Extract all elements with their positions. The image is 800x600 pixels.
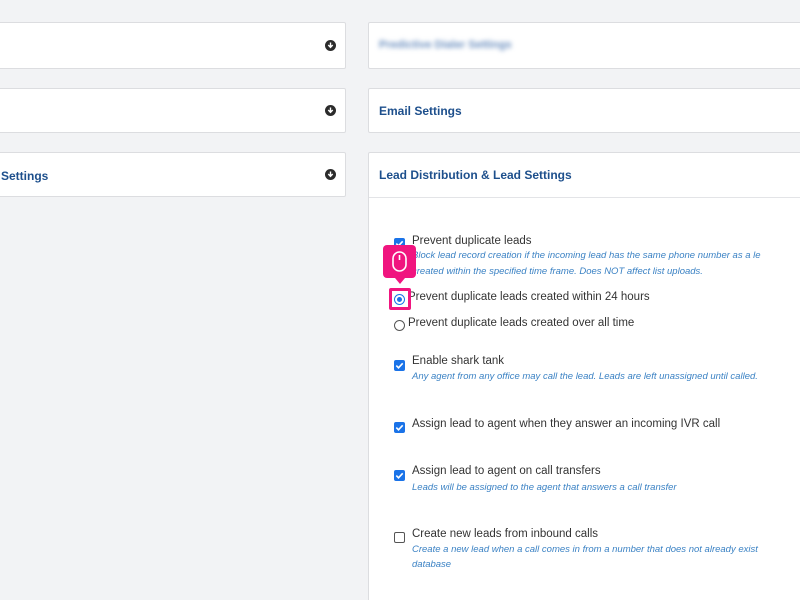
radio-24-hours-label: Prevent duplicate leads created within 2…: [408, 291, 650, 303]
email-settings-panel[interactable]: Email Settings: [368, 88, 800, 133]
radio-all-time-label: Prevent duplicate leads created over all…: [408, 317, 635, 329]
ivr-assign-checkbox[interactable]: [394, 422, 405, 433]
inbound-create-desc-1: Create a new lead when a call comes in f…: [412, 544, 758, 555]
left-panel-3-title: Settings: [1, 169, 49, 183]
radio-all-time[interactable]: [394, 320, 405, 331]
expand-arrow-icon[interactable]: [325, 169, 336, 180]
left-panel-1[interactable]: [0, 22, 346, 69]
prevent-duplicate-desc-2: created within the specified time frame.…: [412, 266, 703, 277]
transfer-assign-desc: Leads will be assigned to the agent that…: [412, 482, 677, 493]
mouse-click-icon: [383, 245, 416, 284]
inbound-create-checkbox[interactable]: [394, 532, 405, 543]
shark-tank-label: Enable shark tank: [412, 355, 505, 367]
email-settings-title: Email Settings: [379, 104, 462, 118]
inbound-create-label: Create new leads from inbound calls: [412, 528, 599, 540]
panel-divider: [369, 197, 800, 198]
prevent-duplicate-desc-1: Block lead record creation if the incomi…: [412, 250, 761, 261]
shark-tank-desc: Any agent from any office may call the l…: [412, 371, 758, 382]
predictive-dialer-title: Predictive Dialer Settings: [379, 39, 512, 51]
inbound-create-desc-2: database: [412, 559, 452, 570]
left-panel-2[interactable]: [0, 88, 346, 133]
expand-arrow-icon[interactable]: [325, 105, 336, 116]
lead-distribution-title[interactable]: Lead Distribution & Lead Settings: [379, 168, 572, 182]
ivr-assign-label: Assign lead to agent when they answer an…: [412, 418, 721, 430]
prevent-duplicate-label: Prevent duplicate leads: [412, 235, 532, 247]
transfer-assign-label: Assign lead to agent on call transfers: [412, 465, 601, 477]
left-panel-3[interactable]: Settings: [0, 152, 346, 197]
predictive-dialer-panel[interactable]: Predictive Dialer Settings: [368, 22, 800, 69]
transfer-assign-checkbox[interactable]: [394, 470, 405, 481]
shark-tank-checkbox[interactable]: [394, 360, 405, 371]
click-target-highlight: [389, 288, 411, 310]
expand-arrow-icon[interactable]: [325, 40, 336, 51]
